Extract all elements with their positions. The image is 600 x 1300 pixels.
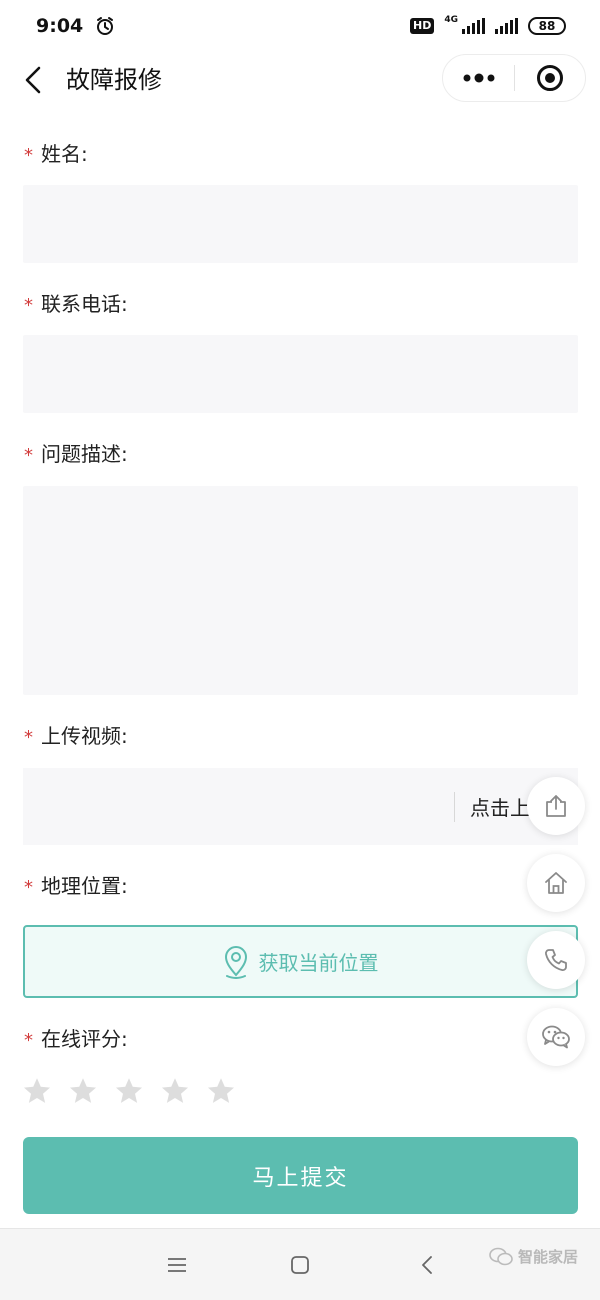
get-location-button[interactable]: 获取当前位置 — [23, 925, 578, 998]
network-type: 4G — [444, 15, 458, 25]
menu-nav-button[interactable] — [162, 1251, 192, 1279]
video-label-text: 上传视频: — [41, 724, 128, 748]
star-3-icon[interactable] — [114, 1076, 144, 1106]
signal-strength-icon-2 — [495, 18, 518, 34]
location-label: * 地理位置: — [24, 872, 128, 902]
nav-bar: 故障报修 — [0, 52, 600, 108]
menu-icon — [168, 1258, 186, 1272]
home-icon — [545, 872, 567, 894]
page-title: 故障报修 — [66, 66, 162, 94]
home-button[interactable] — [527, 854, 585, 912]
star-2-icon[interactable] — [68, 1076, 98, 1106]
upload-button[interactable]: 点击上传 — [470, 794, 534, 822]
submit-button[interactable]: 马上提交 — [23, 1137, 578, 1214]
rating-label: * 在线评分: — [24, 1025, 128, 1055]
watermark-text: 智能家居 — [518, 1248, 579, 1266]
star-5-icon[interactable] — [206, 1076, 236, 1106]
location-label-text: 地理位置: — [41, 874, 128, 898]
star-1-icon[interactable] — [22, 1076, 52, 1106]
battery-icon: 88 — [528, 17, 566, 35]
get-location-label: 获取当前位置 — [258, 951, 379, 975]
more-dots-icon — [463, 73, 494, 83]
phone-input[interactable] — [23, 335, 578, 413]
description-label-text: 问题描述: — [41, 442, 128, 466]
status-bar: 9:04 HD 4G 88 — [0, 0, 600, 52]
phone-call-button[interactable] — [527, 931, 585, 989]
signal-strength-icon — [462, 18, 485, 34]
location-pin-icon — [224, 945, 247, 979]
required-mark: * — [24, 145, 33, 166]
description-label: * 问题描述: — [24, 440, 128, 470]
back-triangle-icon — [422, 1256, 432, 1274]
wechat-icon — [542, 1025, 570, 1049]
description-textarea[interactable] — [23, 486, 578, 695]
status-time: 9:04 — [36, 15, 84, 37]
more-button[interactable] — [443, 55, 514, 101]
watermark: 智能家居 — [488, 1246, 578, 1267]
phone-icon — [545, 949, 567, 971]
home-nav-button[interactable] — [285, 1251, 315, 1279]
wechat-watermark-icon — [489, 1247, 513, 1265]
phone-label-text: 联系电话: — [41, 292, 128, 316]
rating-label-text: 在线评分: — [41, 1027, 128, 1051]
star-4-icon[interactable] — [160, 1076, 190, 1106]
star-rating — [22, 1076, 236, 1106]
phone-label: * 联系电话: — [24, 290, 128, 320]
hd-badge: HD — [410, 18, 435, 34]
upload-divider — [454, 792, 455, 822]
name-label: * 姓名: — [24, 140, 88, 170]
target-close-icon — [536, 65, 563, 91]
close-mini-program-button[interactable] — [515, 55, 585, 101]
mini-program-capsule — [442, 54, 586, 102]
back-arrow-icon[interactable] — [22, 64, 44, 96]
wechat-button[interactable] — [527, 1008, 585, 1066]
required-mark: * — [24, 877, 33, 898]
required-mark: * — [24, 295, 33, 316]
required-mark: * — [24, 445, 33, 466]
status-left: 9:04 — [36, 15, 115, 37]
video-label: * 上传视频: — [24, 722, 128, 752]
status-right: HD 4G 88 — [410, 15, 566, 35]
name-label-text: 姓名: — [41, 142, 88, 166]
back-nav-button[interactable] — [412, 1251, 442, 1279]
share-icon — [546, 795, 566, 817]
required-mark: * — [24, 1030, 33, 1051]
square-home-icon — [291, 1256, 309, 1274]
required-mark: * — [24, 727, 33, 748]
name-input[interactable] — [23, 185, 578, 263]
share-button[interactable] — [527, 777, 585, 835]
alarm-clock-icon — [97, 17, 114, 35]
